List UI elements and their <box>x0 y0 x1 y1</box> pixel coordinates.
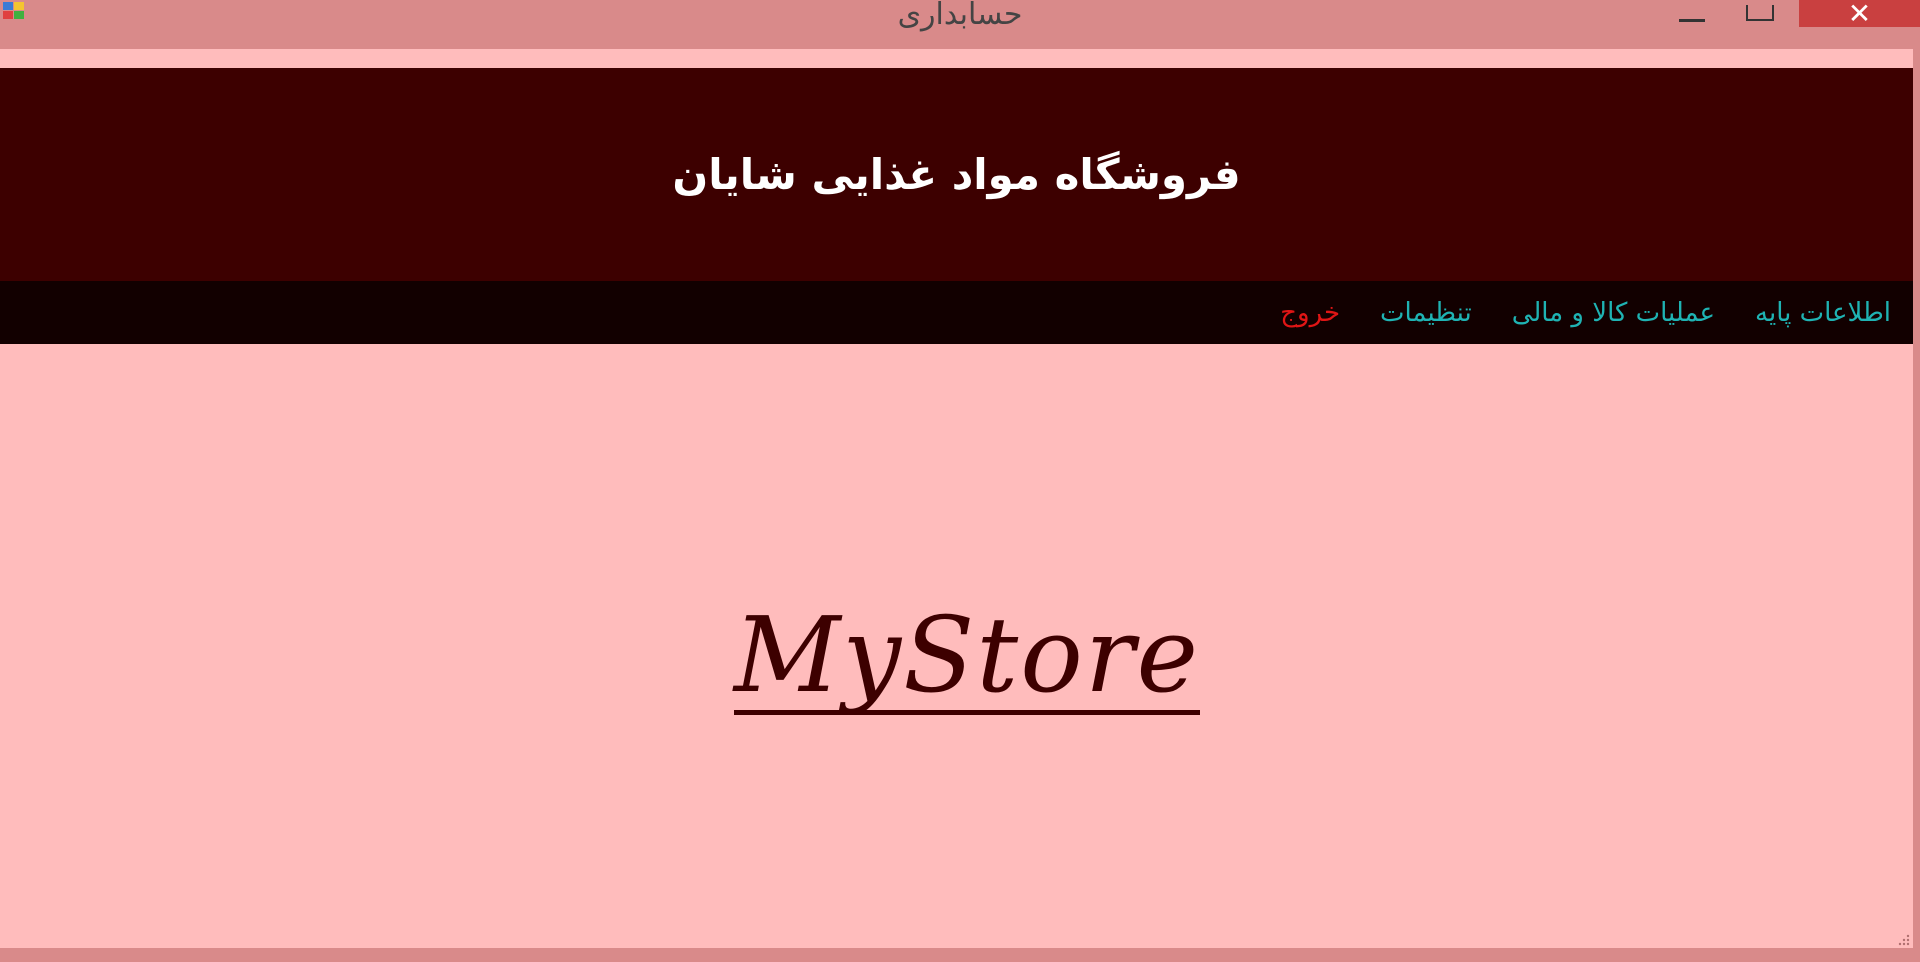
window-right-border <box>1913 49 1920 948</box>
header-banner: فروشگاه مواد غذایی شایان <box>0 68 1913 281</box>
menu-item-base-info[interactable]: اطلاعات پایه <box>1735 298 1913 328</box>
minimize-icon <box>1679 19 1705 22</box>
logo: MyStore <box>733 600 1201 720</box>
maximize-icon <box>1746 4 1774 21</box>
resize-grip-icon[interactable] <box>1896 932 1910 946</box>
window-bottom-border <box>0 948 1920 962</box>
window-title: حسابداری <box>897 0 1023 32</box>
menu-bar: اطلاعات پایه عملیات کالا و مالی تنظیمات … <box>0 281 1913 344</box>
top-strip <box>0 49 1913 68</box>
maximize-button[interactable] <box>1740 0 1780 27</box>
client-area: فروشگاه مواد غذایی شایان اطلاعات پایه عم… <box>0 49 1913 948</box>
menu-item-goods-finance[interactable]: عملیات کالا و مالی <box>1492 298 1735 328</box>
close-button[interactable]: ✕ <box>1799 0 1920 27</box>
menu-item-exit[interactable]: خروج <box>1260 298 1360 328</box>
menu-item-settings[interactable]: تنظیمات <box>1360 298 1492 328</box>
close-icon: ✕ <box>1847 0 1872 30</box>
minimize-button[interactable] <box>1672 0 1712 27</box>
logo-text: MyStore <box>733 594 1201 716</box>
app-window: حسابداری ✕ فروشگاه مواد غذایی شایان اطلا… <box>0 0 1920 962</box>
title-bar[interactable]: حسابداری ✕ <box>0 0 1920 49</box>
store-title: فروشگاه مواد غذایی شایان <box>672 150 1241 199</box>
